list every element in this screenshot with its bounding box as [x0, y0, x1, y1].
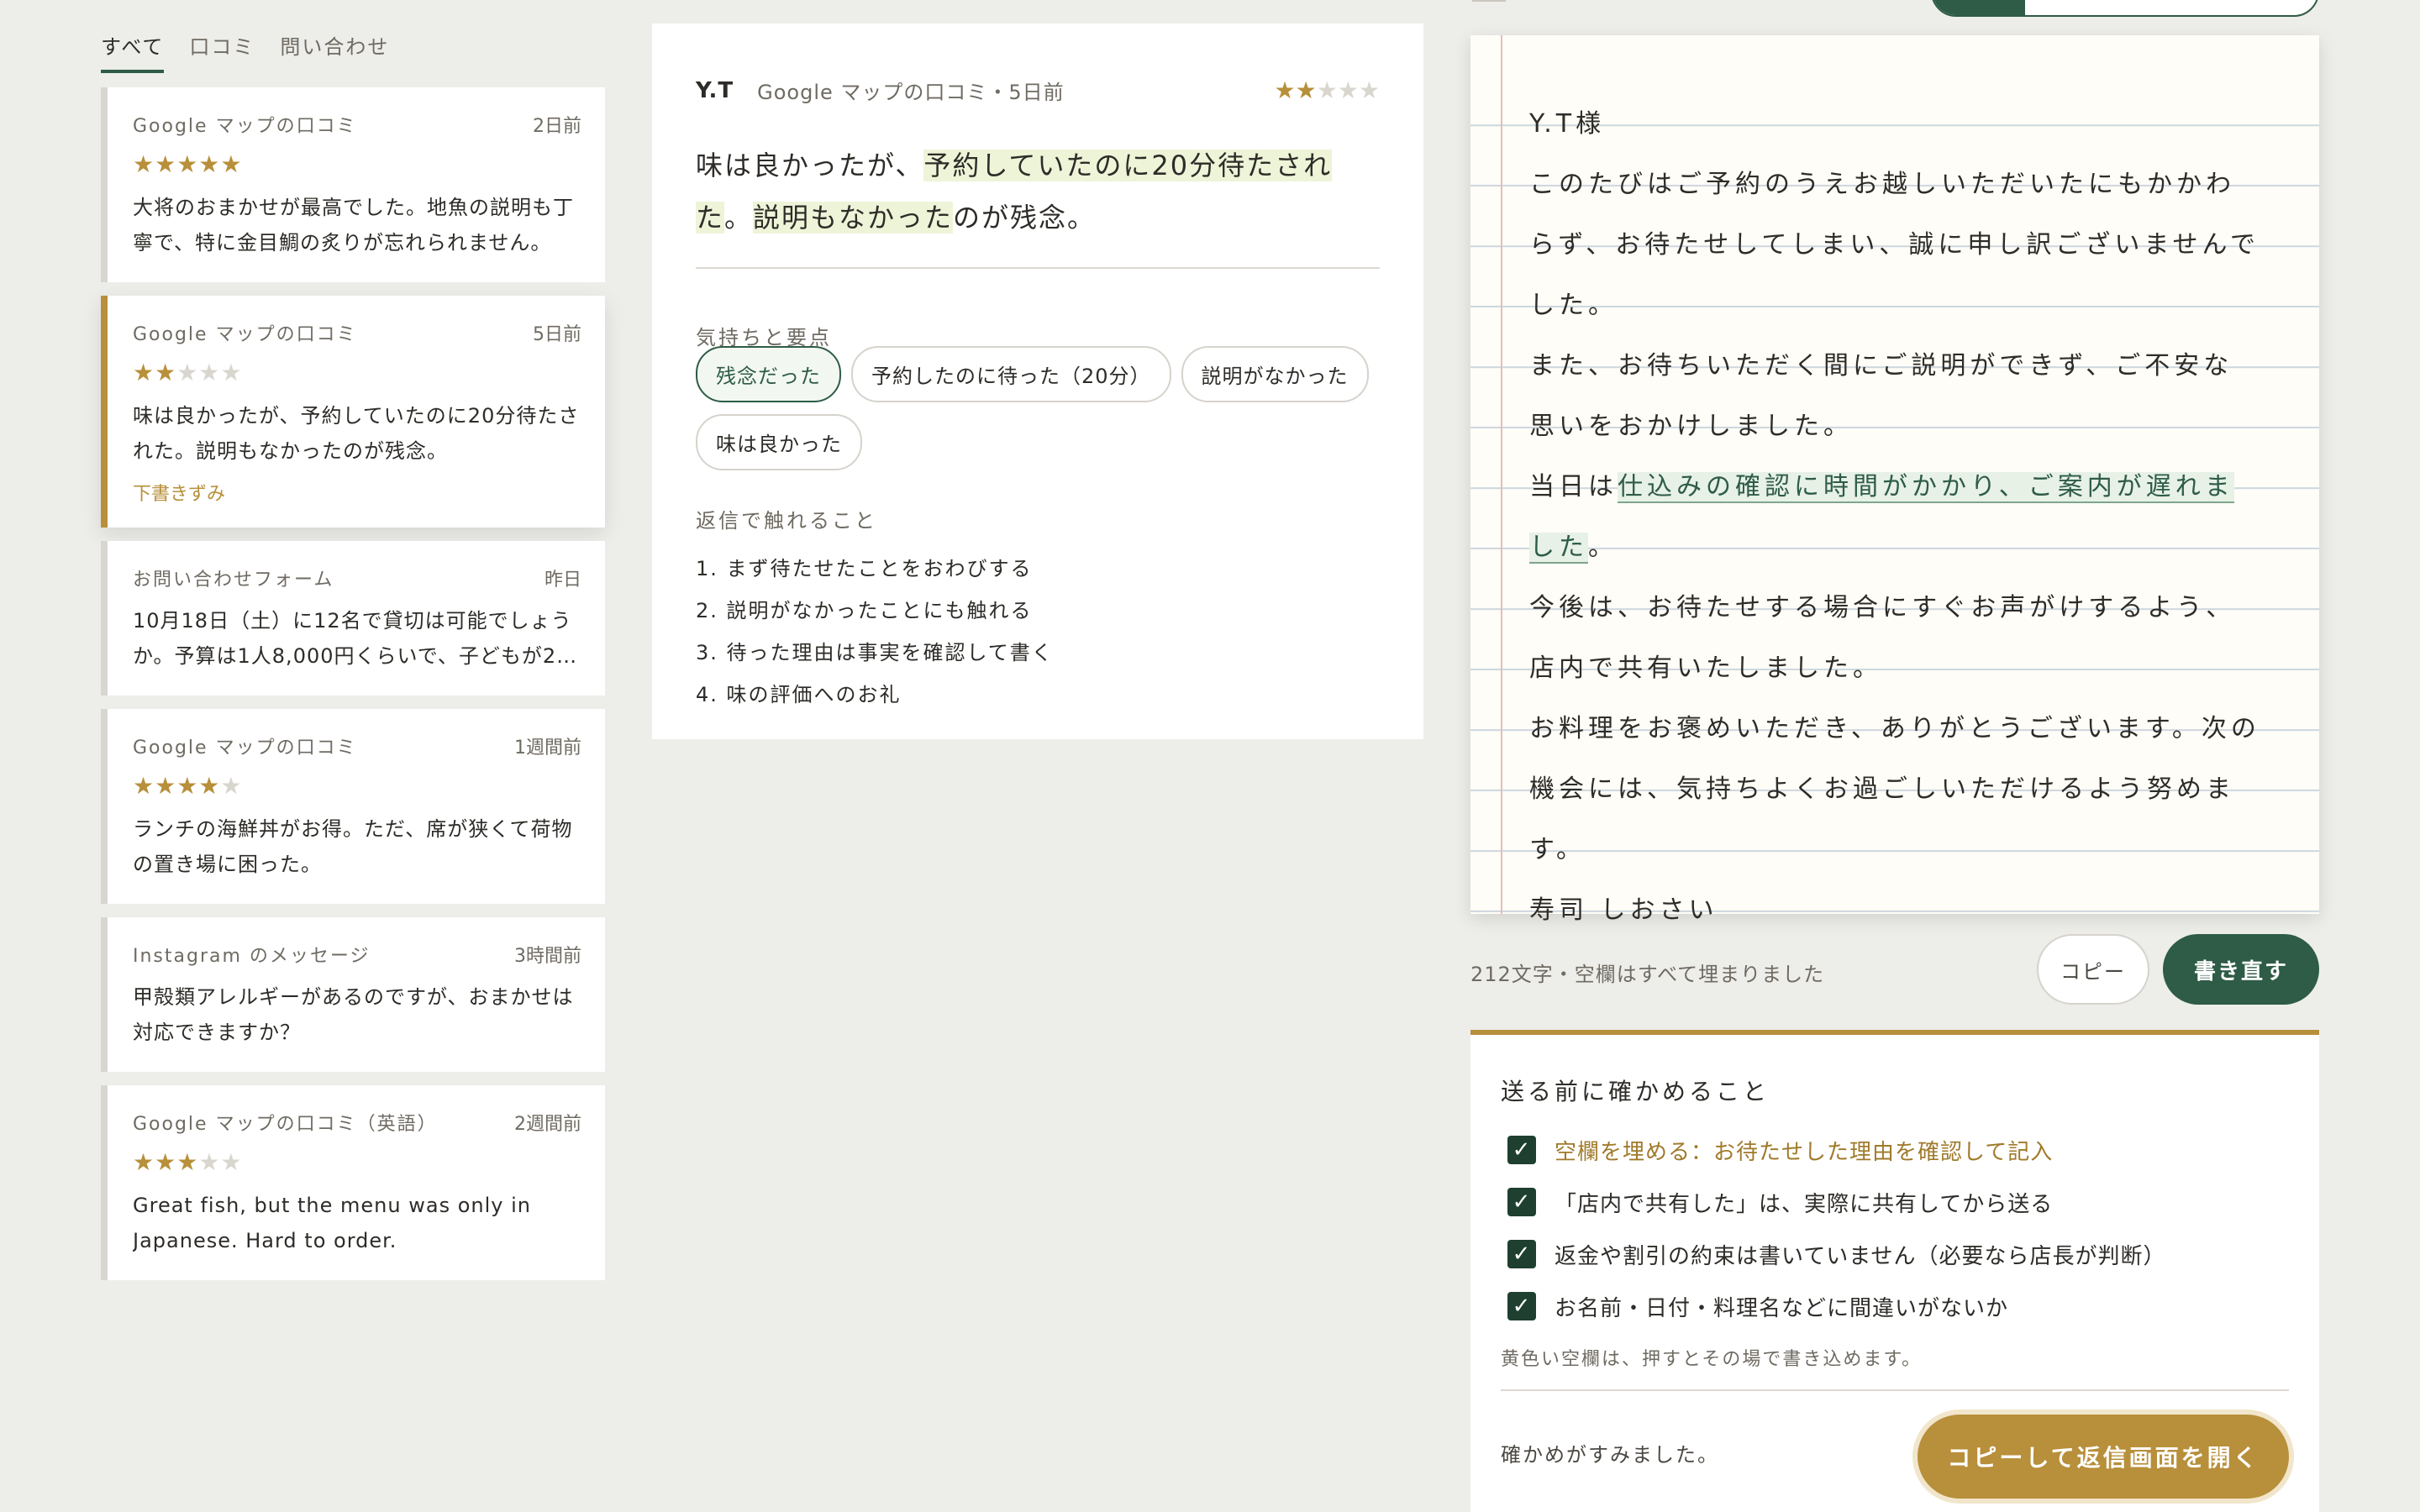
item-preview: Great fish, but the menu was only in Jap… — [133, 1194, 531, 1252]
salutation: Y.T様 — [1529, 109, 1606, 139]
star-rating: ★★★★★ — [1274, 76, 1380, 104]
checklist-items: ✓ 空欄を埋める：お待たせした理由を確認して記入 ✓ 「店内で共有した」は、実際… — [1501, 1124, 2289, 1332]
item-time: 1週間前 — [514, 738, 581, 759]
item-preview: 大将のおまかせが最高でした。地魚の説明も丁寧で、特に金目鯛の炙りが忘れられません… — [133, 196, 574, 255]
star-rating: ★★★★★ — [133, 772, 243, 800]
item-preview: 甲殻類アレルギーがあるのですが、おまかせは対応できますか？ — [133, 985, 574, 1044]
reply-point: 2. 説明がなかったことにも触れる — [696, 599, 1033, 622]
item-source: お問い合わせフォーム — [133, 570, 334, 591]
item-time: 昨日 — [544, 570, 581, 591]
reply-point: 1. まず待たせたことをおわびする — [696, 557, 1033, 580]
item-preview: 味は良かったが、予約していたのに20分待たされた。説明もなかったのが残念。 — [133, 404, 580, 463]
chip-waited[interactable]: 予約したのに待った（20分） — [851, 346, 1171, 402]
feeling-chips: 残念だった 予約したのに待った（20分） 説明がなかった 味は良かった — [696, 346, 1380, 470]
review-detail-panel: Y.T Google マップの口コミ・5日前 ★★★★★ 味は良かったが、予約し… — [652, 24, 1423, 739]
mode-toggle-active — [1933, 0, 2025, 15]
margin-line — [1501, 35, 1502, 914]
draft-paragraph: 今後は、お待たせする場合にすぐお声がけするよう、店内で共有いたしました。 — [1529, 593, 2236, 683]
checkbox-checked-icon[interactable]: ✓ — [1507, 1188, 1536, 1216]
reply-draft-text[interactable]: Y.T様 このたびはご予約のうえお越しいただいたにもかかわらず、お待たせしてしま… — [1529, 94, 2260, 941]
checklist-item[interactable]: ✓ お名前・日付・料理名などに間違いがないか — [1501, 1280, 2289, 1332]
draft-paragraph: お料理をお褒めいただき、ありがとうございます。次の機会には、気持ちよくお過ごしい… — [1529, 714, 2260, 864]
chip-disappointed[interactable]: 残念だった — [696, 346, 841, 402]
checkbox-checked-icon[interactable]: ✓ — [1507, 1292, 1536, 1320]
divider — [696, 267, 1380, 269]
tab-all[interactable]: すべて — [101, 30, 165, 73]
checklist-note: 黄色い空欄は、押すとその場で書き込めます。 — [1501, 1349, 1923, 1370]
highlight: 説明もなかった — [753, 202, 954, 234]
done-message: 確かめがすみました。 — [1501, 1443, 1719, 1467]
reply-draft-paper[interactable]: Y.T様 このたびはご予約のうえお越しいただいたにもかかわらず、お待たせしてしま… — [1470, 35, 2319, 925]
draft-badge: 下書きずみ — [133, 484, 226, 505]
list-item[interactable]: Google マップの口コミ（英語） 2週間前 ★★★★★ Great fish… — [101, 1085, 605, 1280]
item-time: 5日前 — [533, 324, 581, 345]
rewrite-button[interactable]: 書き直す — [2163, 934, 2319, 1005]
top-divider — [1472, 0, 1506, 2]
checklist-label: お名前・日付・料理名などに間違いがないか — [1555, 1295, 2009, 1321]
review-text: 味は良かったが、予約していたのに20分待たされた。説明もなかったのが残念。 — [696, 150, 1333, 234]
list-item-selected[interactable]: Google マップの口コミ 5日前 ★★★★★ 味は良かったが、予約していたの… — [101, 296, 605, 528]
copy-and-open-reply-button[interactable]: コピーして返信画面を開く — [1918, 1415, 2289, 1499]
tab-reviews[interactable]: 口コミ — [189, 30, 255, 73]
star-rating: ★★★★★ — [133, 359, 243, 386]
item-source: Google マップの口コミ（英語） — [133, 1114, 438, 1135]
draft-paragraph: また、お待ちいただく間にご説明ができず、ご不安な思いをおかけしました。 — [1529, 351, 2233, 441]
item-source: Google マップの口コミ — [133, 324, 357, 345]
checkbox-checked-icon[interactable]: ✓ — [1507, 1240, 1536, 1268]
item-source: Instagram のメッセージ — [133, 946, 371, 967]
checklist-title: 送る前に確かめること — [1501, 1078, 1770, 1105]
item-preview: 10月18日（土）に12名で貸切は可能でしょうか。予算は1人8,000円くらいで… — [133, 609, 578, 668]
star-rating: ★★★★★ — [133, 1148, 243, 1176]
mode-toggle[interactable] — [1931, 0, 2319, 17]
list-item[interactable]: お問い合わせフォーム 昨日 10月18日（土）に12名で貸切は可能でしょうか。予… — [101, 541, 605, 696]
item-time: 2日前 — [533, 116, 581, 137]
reply-points: 1. まず待たせたことをおわびする 2. 説明がなかったことにも触れる 3. 待… — [696, 548, 1054, 716]
tab-inquiries[interactable]: 問い合わせ — [280, 30, 389, 73]
item-source: Google マップの口コミ — [133, 738, 357, 759]
list-item[interactable]: Google マップの口コミ 1週間前 ★★★★★ ランチの海鮮丼がお得。ただ、… — [101, 709, 605, 904]
inbox-list: Google マップの口コミ 2日前 ★★★★★ 大将のおまかせが最高でした。地… — [101, 87, 605, 1294]
chip-no-explanation[interactable]: 説明がなかった — [1181, 346, 1369, 402]
reviewer-name: Y.T — [696, 77, 734, 103]
checklist-item[interactable]: ✓ 「店内で共有した」は、実際に共有してから送る — [1501, 1176, 2289, 1228]
checklist-label: 返金や割引の約束は書いていません（必要なら店長が判断） — [1555, 1243, 2166, 1269]
filled-blank[interactable]: 仕込みの確認に時間がかかり、ご案内が遅れました — [1529, 472, 2234, 564]
pre-send-checklist: 送る前に確かめること ✓ 空欄を埋める：お待たせした理由を確認して記入 ✓ 「店… — [1470, 1030, 2319, 1512]
draft-paragraph: このたびはご予約のうえお越しいただいたにもかかわらず、お待たせしてしまい、誠に申… — [1529, 170, 2260, 320]
checklist-item[interactable]: ✓ 返金や割引の約束は書いていません（必要なら店長が判断） — [1501, 1228, 2289, 1280]
list-item[interactable]: Google マップの口コミ 2日前 ★★★★★ 大将のおまかせが最高でした。地… — [101, 87, 605, 282]
reply-point: 3. 待った理由は事実を確認して書く — [696, 641, 1054, 664]
copy-button[interactable]: コピー — [2037, 934, 2149, 1005]
star-rating: ★★★★★ — [133, 150, 243, 178]
divider — [1501, 1389, 2289, 1391]
review-meta: Google マップの口コミ・5日前 — [757, 81, 1065, 104]
reply-point: 4. 味の評価へのお礼 — [696, 683, 902, 706]
item-source: Google マップの口コミ — [133, 116, 357, 137]
points-label: 返信で触れること — [696, 509, 877, 533]
checkbox-checked-icon[interactable]: ✓ — [1507, 1136, 1536, 1164]
draft-paragraph: 当日は仕込みの確認に時間がかかり、ご案内が遅れました。 — [1529, 472, 2234, 564]
checklist-item[interactable]: ✓ 空欄を埋める：お待たせした理由を確認して記入 — [1501, 1124, 2289, 1176]
chip-taste-good[interactable]: 味は良かった — [696, 414, 862, 470]
item-time: 2週間前 — [514, 1114, 581, 1135]
checklist-label: 空欄を埋める：お待たせした理由を確認して記入 — [1555, 1139, 2054, 1165]
filter-tabs: すべて 口コミ 問い合わせ — [101, 30, 414, 73]
list-item[interactable]: Instagram のメッセージ 3時間前 甲殻類アレルギーがあるのですが、おま… — [101, 917, 605, 1072]
draft-status: 212文字・空欄はすべて埋まりました — [1470, 963, 1825, 986]
checklist-label: 「店内で共有した」は、実際に共有してから送る — [1555, 1191, 2054, 1217]
item-preview: ランチの海鮮丼がお得。ただ、席が狭くて荷物の置き場に困った。 — [133, 817, 573, 876]
signature: 寿司 しおさい — [1529, 895, 1718, 925]
item-time: 3時間前 — [514, 946, 581, 967]
